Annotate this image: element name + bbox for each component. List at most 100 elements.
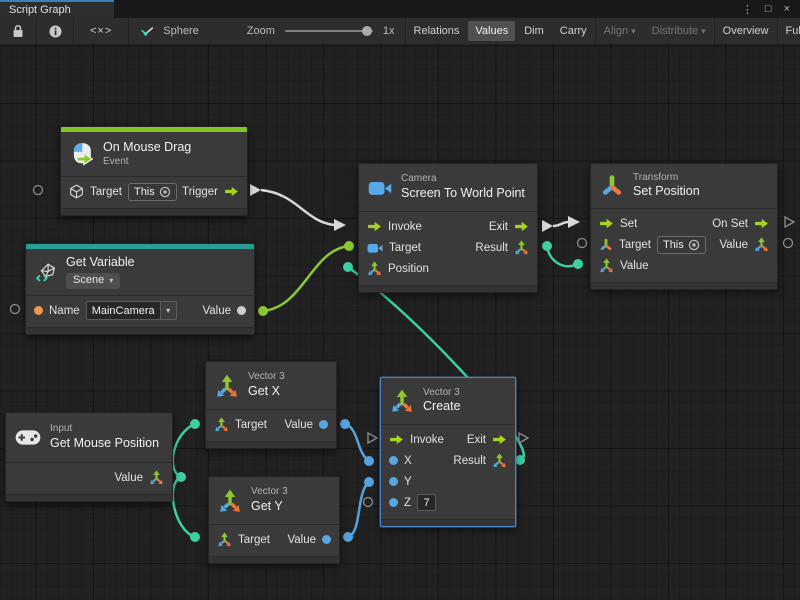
transform-port-icon[interactable]	[599, 238, 613, 252]
graph-canvas[interactable]: On Mouse Drag Event Target This Trigger	[0, 44, 800, 600]
set-port-label: Set	[620, 218, 637, 230]
toolbar-buttons: Relations Values Dim Carry Align▾ Distri…	[405, 18, 800, 44]
info-button[interactable]	[43, 18, 67, 44]
graph-name[interactable]: Sphere	[159, 25, 202, 37]
node-category: Vector 3	[248, 371, 285, 384]
y-port[interactable]	[389, 477, 398, 486]
mouse-drag-icon	[70, 142, 94, 166]
close-icon[interactable]: ×	[784, 3, 790, 15]
flow-in-icon[interactable]	[367, 221, 382, 232]
wire-trigger-to-invoke	[250, 184, 346, 231]
align-button: Align▾	[597, 21, 643, 41]
lock-button[interactable]	[6, 18, 30, 44]
dim-button[interactable]: Dim	[517, 21, 551, 41]
vector3-icon[interactable]	[754, 237, 769, 252]
node-category: Input	[50, 423, 159, 436]
value-port[interactable]	[322, 535, 331, 544]
node-category: Vector 3	[423, 387, 461, 400]
wire-gety-to-create-y	[343, 477, 374, 542]
invoke-port-label: Invoke	[410, 434, 444, 446]
z-value-field[interactable]: 7	[417, 494, 436, 511]
chevron-down-icon: ▾	[631, 26, 636, 36]
node-header: Camera Screen To World Point	[359, 164, 537, 211]
flow-in-icon[interactable]	[599, 218, 614, 229]
vector3-icon[interactable]	[367, 261, 382, 276]
node-get-variable[interactable]: Get Variable Scene ▾ Name MainCamera ▾	[25, 243, 255, 335]
target-port-label: Target	[238, 534, 270, 546]
value-port-label: Value	[202, 305, 231, 317]
node-category: Transform	[633, 172, 700, 185]
node-header: Get Variable Scene ▾	[26, 249, 254, 295]
flow-out-icon[interactable]	[754, 218, 769, 229]
node-header: Transform Set Position	[591, 164, 777, 208]
zoom-slider[interactable]	[285, 30, 373, 32]
zoom-value: 1x	[379, 25, 399, 37]
node-header: Vector 3 Create	[381, 378, 515, 424]
node-title: On Mouse Drag	[103, 140, 191, 156]
value-in-port-label: Value	[620, 260, 649, 272]
node-category: Vector 3	[251, 486, 288, 499]
node-set-position[interactable]: Transform Set Position Set On Set Target…	[590, 163, 778, 290]
zoom-slider-handle[interactable]	[362, 26, 372, 36]
value-port[interactable]	[237, 306, 246, 315]
tab-script-graph[interactable]: Script Graph	[0, 0, 114, 18]
this-target-picker[interactable]: This	[657, 236, 706, 254]
node-vector3-create[interactable]: Vector 3 Create Invoke Exit X Result Y	[380, 377, 516, 527]
target-port-label: Target	[619, 239, 651, 251]
node-on-mouse-drag[interactable]: On Mouse Drag Event Target This Trigger	[60, 126, 248, 216]
node-header: Input Get Mouse Position	[6, 413, 172, 462]
value-out-port-label: Value	[719, 239, 748, 251]
fullscreen-button[interactable]: Full Screen	[779, 21, 800, 41]
vector3-icon[interactable]	[514, 240, 529, 255]
target-port-label: Target	[235, 419, 267, 431]
vector3-icon[interactable]	[149, 470, 164, 485]
name-port[interactable]	[34, 306, 43, 315]
graph-toolbar: <×> Sphere Zoom 1x Relations Values Dim …	[0, 18, 800, 45]
flow-out-icon[interactable]	[224, 186, 239, 197]
vector3-icon[interactable]	[492, 453, 507, 468]
this-target-picker[interactable]: This	[128, 183, 177, 201]
distribute-button: Distribute▾	[645, 21, 713, 41]
node-get-x[interactable]: Vector 3 Get X Target Value	[205, 361, 337, 449]
node-screen-to-world-point[interactable]: Camera Screen To World Point Invoke Exit…	[358, 163, 538, 293]
carry-button[interactable]: Carry	[553, 21, 594, 41]
value-port-label: Value	[284, 419, 313, 431]
wire-exit-to-set	[542, 216, 580, 232]
overview-button[interactable]: Overview	[716, 21, 776, 41]
vector3-icon[interactable]	[214, 417, 229, 432]
vector3-icon[interactable]	[217, 532, 232, 547]
z-port[interactable]	[389, 498, 398, 507]
chevron-down-icon: ▾	[701, 26, 706, 36]
node-category: Camera	[401, 173, 525, 186]
code-preview-icon[interactable]: <×>	[80, 25, 122, 37]
info-group	[37, 18, 74, 44]
wire-result-to-value	[542, 241, 583, 269]
zoom-group: Zoom 1x	[237, 18, 405, 44]
relations-button[interactable]: Relations	[407, 21, 467, 41]
flow-out-icon[interactable]	[514, 221, 529, 232]
variable-scope-dropdown[interactable]: Scene ▾	[66, 273, 120, 289]
exit-port-label: Exit	[467, 434, 486, 446]
variable-name-dropdown[interactable]: MainCamera ▾	[86, 301, 177, 320]
values-button[interactable]: Values	[468, 21, 515, 41]
flow-in-icon[interactable]	[389, 434, 404, 445]
this-target-icon	[159, 186, 171, 198]
value-port[interactable]	[319, 420, 328, 429]
info-icon	[49, 25, 62, 38]
node-subtitle: Event	[103, 156, 191, 169]
node-get-mouse-position[interactable]: Input Get Mouse Position Value	[5, 412, 173, 502]
x-port[interactable]	[389, 456, 398, 465]
transform-icon	[600, 174, 624, 198]
node-get-y[interactable]: Vector 3 Get Y Target Value	[208, 476, 340, 564]
value-port-label: Value	[114, 472, 143, 484]
flow-out-icon[interactable]	[492, 434, 507, 445]
code-group: <×>	[74, 18, 129, 44]
tab-title: Script Graph	[9, 4, 71, 16]
cube-icon[interactable]	[69, 184, 84, 199]
vector3-icon[interactable]	[599, 258, 614, 273]
menu-icon[interactable]: ⋮	[742, 3, 753, 16]
node-header: Vector 3 Get X	[206, 362, 336, 409]
target-port-label: Target	[389, 242, 421, 254]
maximize-icon[interactable]: □	[765, 3, 772, 15]
camera-port-icon[interactable]	[367, 242, 383, 254]
